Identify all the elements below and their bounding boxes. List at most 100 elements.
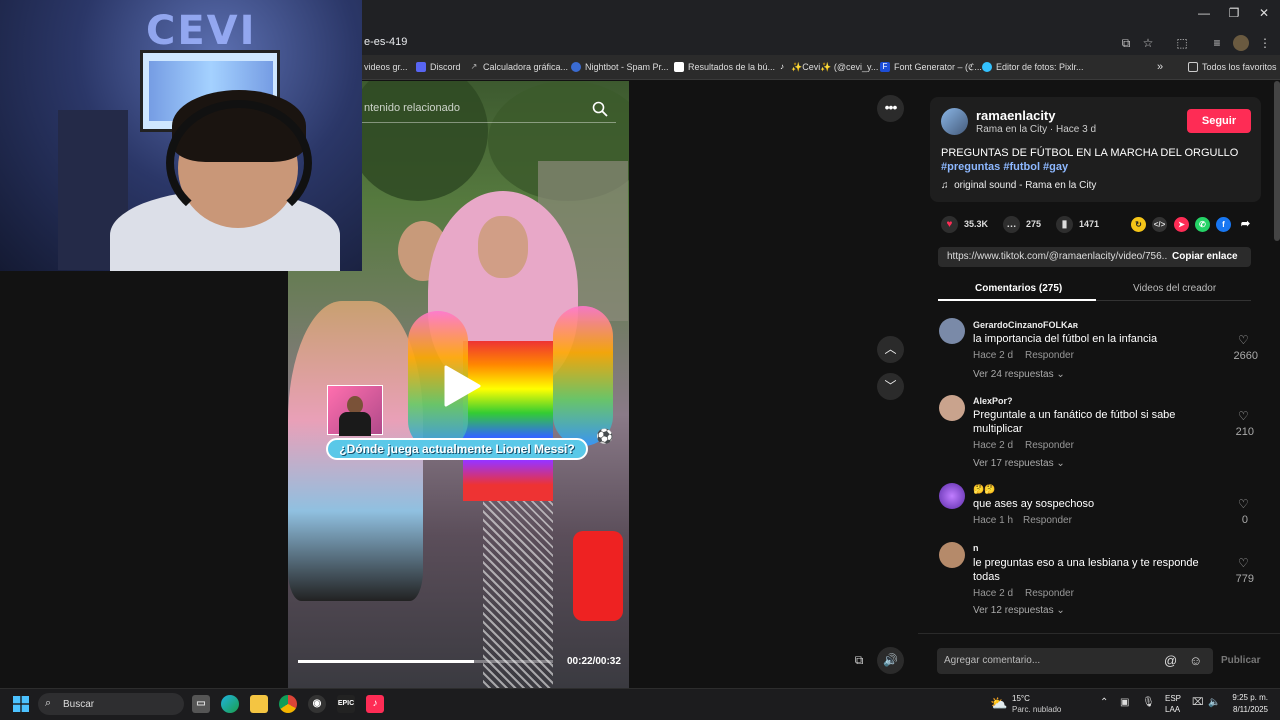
comment-avatar[interactable] <box>939 542 965 568</box>
all-favorites-folder[interactable]: Todos los favoritos <box>1188 60 1277 74</box>
related-content-label[interactable]: ntenido relacionado <box>364 102 460 114</box>
bookmark-icon[interactable]: ▮ <box>1056 215 1073 233</box>
reply-button[interactable]: Responder <box>1025 350 1074 361</box>
epic-games-icon[interactable]: EPIC <box>337 695 355 713</box>
post-hashtags[interactable]: #preguntas #futbol #gay <box>941 161 1068 173</box>
comment-username[interactable]: 🤔🤔 <box>973 484 995 495</box>
view-replies-button[interactable]: Ver 12 respuestas ⌄ <box>973 605 1065 616</box>
video-link-text[interactable]: https://www.tiktok.com/@ramaenlacity/vid… <box>947 251 1167 262</box>
bookmark-item[interactable]: videos gr... <box>364 60 408 74</box>
volume-tray-icon[interactable]: 🔈 <box>1208 697 1220 708</box>
tab-comments[interactable]: Comentarios (275) <box>975 283 1062 294</box>
like-stat[interactable]: ♥ 35.3K <box>941 215 988 233</box>
comment-avatar[interactable] <box>939 483 965 509</box>
windows-start-icon[interactable] <box>13 696 29 712</box>
edge-icon[interactable] <box>221 695 239 713</box>
play-icon[interactable] <box>442 364 482 408</box>
copy-link-button[interactable]: Copiar enlace <box>1172 251 1238 262</box>
video-progress-fill[interactable] <box>298 660 474 663</box>
webcam-overlay: CEVI <box>0 0 362 271</box>
comment-like-icon[interactable]: ♡ <box>1238 333 1249 347</box>
bookmark-star-icon[interactable]: ☆ <box>1140 35 1156 51</box>
chrome-icon[interactable] <box>279 695 297 713</box>
view-replies-button[interactable]: Ver 17 respuestas ⌄ <box>973 458 1065 469</box>
tiktok-app-icon[interactable]: ♪ <box>366 695 384 713</box>
weather-temp[interactable]: 15°C <box>1012 694 1030 703</box>
bookmark-item[interactable]: Resultados de la bú... <box>674 60 775 74</box>
creator-username[interactable]: ramaenlacity <box>976 108 1056 123</box>
comment-stat[interactable]: … 275 <box>1003 215 1041 233</box>
taskbar-search[interactable] <box>38 693 184 715</box>
minimize-button[interactable]: — <box>1194 6 1214 22</box>
comment-avatar[interactable] <box>939 395 965 421</box>
profile-avatar[interactable] <box>1233 35 1249 51</box>
extensions-icon[interactable]: ⬚ <box>1174 35 1190 51</box>
comment-username[interactable]: AlexPor? <box>973 396 1013 406</box>
mention-icon[interactable]: @ <box>1164 653 1177 668</box>
heart-icon[interactable]: ♥ <box>941 215 958 233</box>
publish-button[interactable]: Publicar <box>1221 655 1260 666</box>
floating-player-icon[interactable]: ⧉ <box>851 653 867 669</box>
repost-icon[interactable]: ↻ <box>1131 217 1146 232</box>
keyboard-layout[interactable]: LAA <box>1165 705 1180 714</box>
file-explorer-icon[interactable] <box>250 695 268 713</box>
tray-app-icon[interactable]: ▣ <box>1120 697 1129 708</box>
view-replies-button[interactable]: Ver 24 respuestas ⌄ <box>973 369 1065 380</box>
tray-overflow-icon[interactable]: ⌃ <box>1100 697 1108 708</box>
facebook-icon[interactable]: f <box>1216 217 1231 232</box>
emoji-icon[interactable]: ☺ <box>1189 653 1202 668</box>
send-icon[interactable]: ➤ <box>1174 217 1189 232</box>
share-arrow-icon[interactable]: ➦ <box>1238 217 1253 232</box>
comment-like-icon[interactable]: ♡ <box>1238 556 1249 570</box>
comment-placeholder[interactable]: Agregar comentario... <box>944 655 1040 666</box>
creator-avatar[interactable] <box>941 108 968 135</box>
tab-creator-videos[interactable]: Videos del creador <box>1133 283 1216 294</box>
close-window-button[interactable]: ✕ <box>1254 6 1274 22</box>
volume-icon[interactable]: 🔊 <box>877 647 904 674</box>
bookmark-item[interactable]: ↗ Calculadora gráfica... <box>469 60 568 74</box>
messi-photo <box>327 385 383 436</box>
comment-like-icon[interactable]: ♡ <box>1238 409 1249 423</box>
bookmarks-overflow-icon[interactable]: » <box>1157 60 1163 74</box>
reply-button[interactable]: Responder <box>1025 440 1074 451</box>
reply-button[interactable]: Responder <box>1023 515 1072 526</box>
bookmark-item[interactable]: Discord <box>416 60 461 74</box>
save-stat[interactable]: ▮ 1471 <box>1056 215 1099 233</box>
clock-time[interactable]: 9:25 p. m. <box>1230 693 1268 702</box>
comment-username[interactable]: n <box>973 543 979 553</box>
comment-like-icon[interactable]: ♡ <box>1238 497 1249 511</box>
task-view-icon[interactable]: ▭ <box>192 695 210 713</box>
page-scrollbar[interactable] <box>1274 81 1280 241</box>
browser-menu-icon[interactable]: ⋮ <box>1257 35 1273 51</box>
comment-username[interactable]: GerardoCinzanoFOLKᴀʀ <box>973 320 1078 330</box>
search-icon[interactable] <box>592 101 608 117</box>
more-options-button[interactable]: ••• <box>877 95 904 122</box>
bookmark-item[interactable]: Nightbot - Spam Pr... <box>571 60 669 74</box>
media-control-icon[interactable]: ≡ <box>1209 35 1225 51</box>
bookmark-item[interactable]: F Font Generator – (ℭ... <box>880 60 982 74</box>
previous-video-button[interactable]: ︿ <box>877 336 904 363</box>
url-text[interactable]: e-es-419 <box>364 36 407 48</box>
language-code[interactable]: ESP <box>1165 694 1181 703</box>
bookmark-item[interactable]: Editor de fotos: Pixlr... <box>982 60 1084 74</box>
comment-avatar[interactable] <box>939 318 965 344</box>
bookmark-item[interactable]: ♪ ✨Cevi✨ (@cevi_y... <box>777 60 878 74</box>
weather-status[interactable]: Parc. nublado <box>1012 705 1061 714</box>
follow-button[interactable]: Seguir <box>1187 109 1251 133</box>
obs-icon[interactable]: ◉ <box>308 695 326 713</box>
restore-button[interactable]: ❐ <box>1224 6 1244 22</box>
next-video-button[interactable]: ﹀ <box>877 373 904 400</box>
sound-label[interactable]: original sound - Rama en la City <box>954 180 1096 191</box>
whatsapp-icon[interactable]: ✆ <box>1195 217 1210 232</box>
taskbar-search-label[interactable]: Buscar <box>63 699 94 710</box>
clock-date[interactable]: 8/11/2025 <box>1224 705 1268 714</box>
weather-icon[interactable]: ⛅ <box>990 695 1007 712</box>
microphone-icon[interactable]: 🎙 <box>1142 697 1155 708</box>
comment-icon[interactable]: … <box>1003 215 1020 233</box>
reply-button[interactable]: Responder <box>1025 588 1074 599</box>
feather-boa-right <box>553 306 613 446</box>
network-icon[interactable]: ⌧ <box>1192 697 1204 708</box>
sound-link[interactable]: ♫ original sound - Rama en la City <box>941 180 1096 191</box>
install-app-icon[interactable]: ⧉ <box>1118 35 1134 51</box>
embed-icon[interactable]: </> <box>1152 217 1167 232</box>
